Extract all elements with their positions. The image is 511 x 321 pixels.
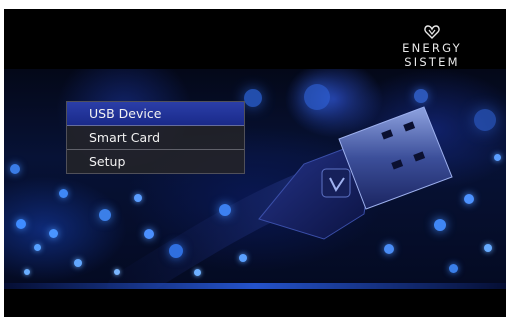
bokeh-light: [134, 194, 142, 202]
bokeh-light: [114, 269, 120, 275]
bokeh-light: [144, 229, 154, 239]
bokeh-light: [414, 89, 428, 103]
bokeh-light: [99, 209, 111, 221]
bokeh-light: [244, 89, 262, 107]
menu-item-setup[interactable]: Setup: [67, 150, 244, 173]
floor-glow: [4, 283, 506, 289]
brand-name: ENERGY SISTEM: [402, 41, 462, 69]
bokeh-light: [384, 244, 394, 254]
brand-logo: ENERGY SISTEM: [372, 25, 492, 69]
bokeh-light: [194, 269, 201, 276]
bokeh-light: [24, 269, 30, 275]
bokeh-light: [74, 259, 82, 267]
tv-screen: ENERGY SISTEM USB Device Smart Card Setu…: [4, 9, 506, 317]
bokeh-light: [464, 194, 474, 204]
bokeh-light: [169, 244, 183, 258]
bokeh-light: [474, 109, 496, 131]
bokeh-light: [484, 244, 492, 252]
bokeh-light: [59, 189, 68, 198]
bokeh-light: [304, 84, 330, 110]
menu-item-smart-card[interactable]: Smart Card: [67, 126, 244, 150]
menu-item-usb-device[interactable]: USB Device: [67, 102, 244, 126]
bokeh-light: [239, 254, 247, 262]
bokeh-light: [449, 264, 458, 273]
bokeh-light: [219, 204, 231, 216]
bokeh-light: [494, 154, 501, 161]
bokeh-light: [16, 219, 26, 229]
bokeh-light: [10, 164, 20, 174]
heart-icon: [424, 25, 440, 39]
bokeh-light: [49, 229, 58, 238]
bokeh-light: [34, 244, 41, 251]
bokeh-light: [434, 219, 446, 231]
source-menu: USB Device Smart Card Setup: [66, 101, 245, 174]
